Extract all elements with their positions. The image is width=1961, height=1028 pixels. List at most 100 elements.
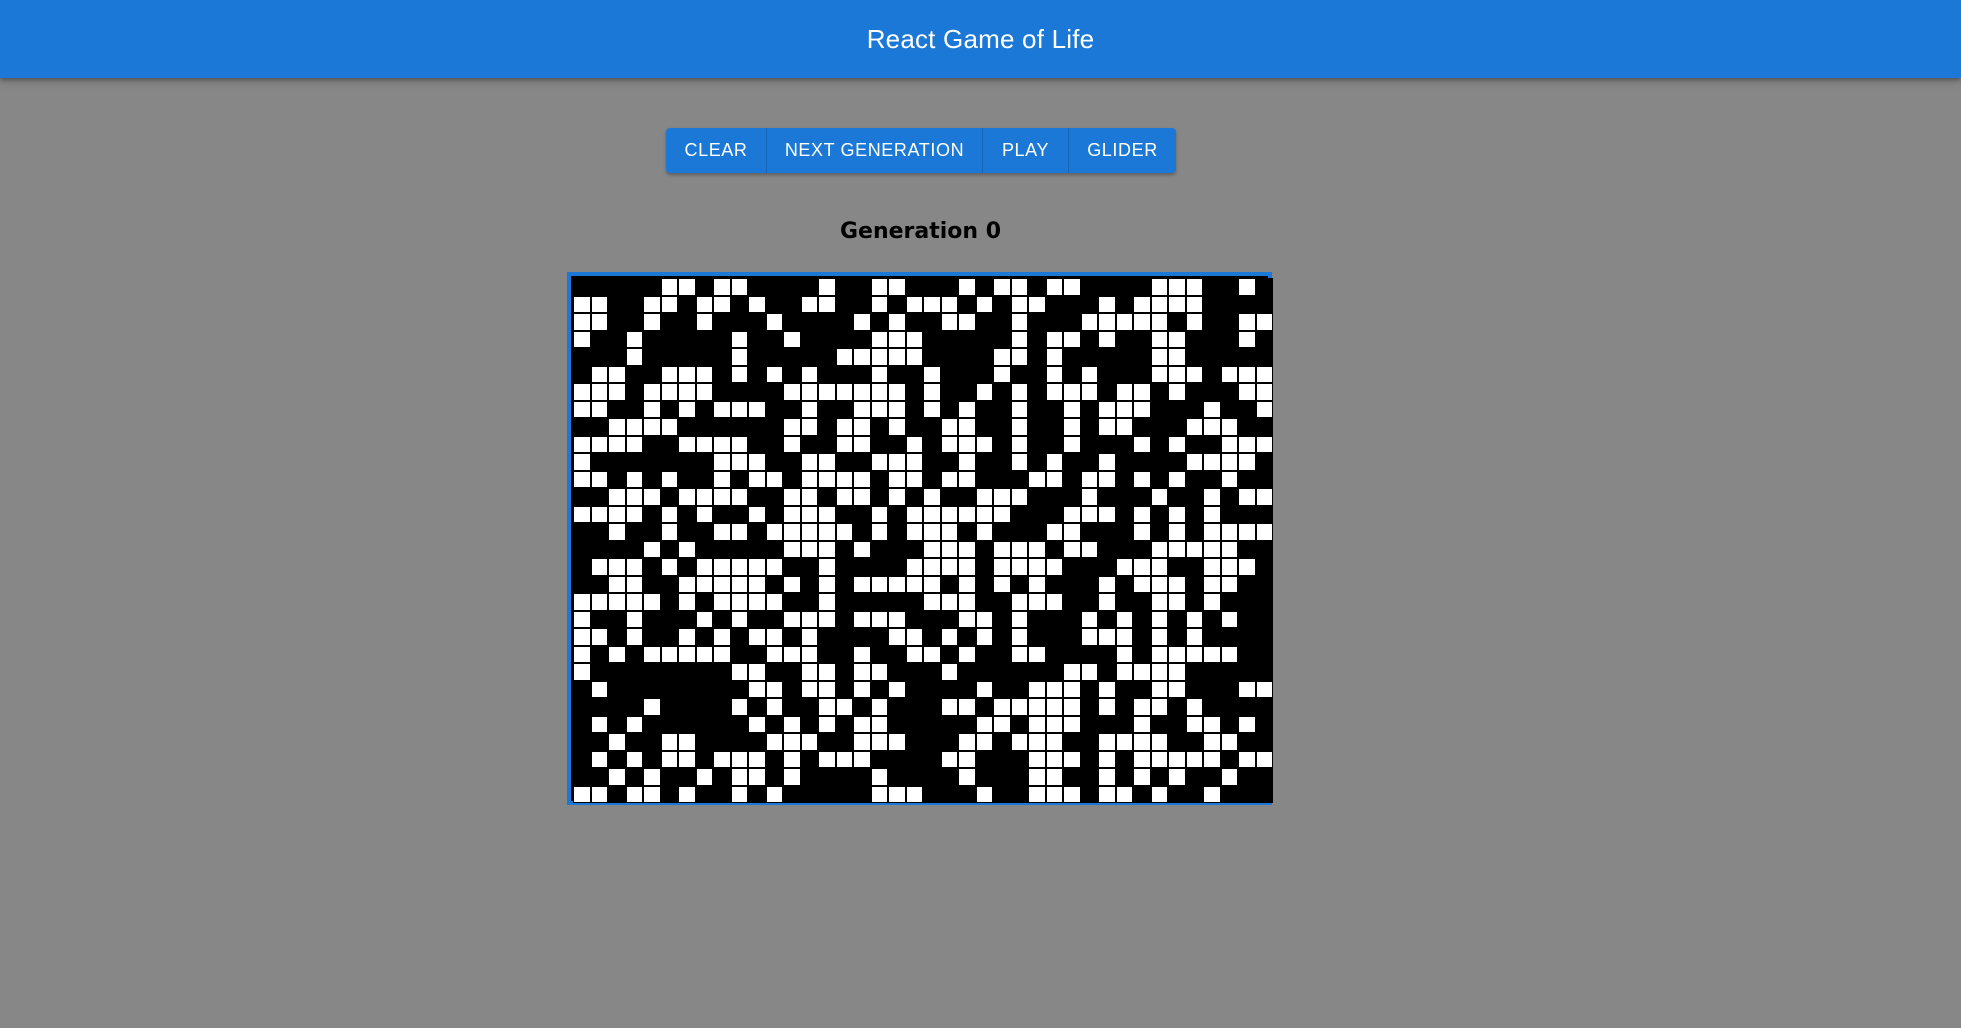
grid-cell[interactable] — [1045, 523, 1063, 541]
grid-cell[interactable] — [1098, 593, 1116, 611]
grid-cell[interactable] — [835, 523, 853, 541]
grid-cell[interactable] — [1080, 330, 1098, 348]
grid-cell[interactable] — [1238, 540, 1256, 558]
grid-cell[interactable] — [1203, 768, 1221, 786]
grid-cell[interactable] — [1255, 715, 1273, 733]
grid-cell[interactable] — [765, 400, 783, 418]
grid-cell[interactable] — [940, 400, 958, 418]
grid-cell[interactable] — [1010, 470, 1028, 488]
grid-cell[interactable] — [1028, 540, 1046, 558]
grid-cell[interactable] — [1220, 593, 1238, 611]
grid-cell[interactable] — [1115, 523, 1133, 541]
grid-cell[interactable] — [1010, 505, 1028, 523]
grid-cell[interactable] — [678, 348, 696, 366]
grid-cell[interactable] — [1063, 768, 1081, 786]
grid-cell[interactable] — [835, 575, 853, 593]
grid-cell[interactable] — [695, 558, 713, 576]
grid-cell[interactable] — [590, 733, 608, 751]
grid-cell[interactable] — [1028, 645, 1046, 663]
grid-cell[interactable] — [730, 295, 748, 313]
grid-cell[interactable] — [643, 768, 661, 786]
grid-cell[interactable] — [1168, 330, 1186, 348]
grid-cell[interactable] — [905, 348, 923, 366]
grid-cell[interactable] — [1220, 715, 1238, 733]
grid-cell[interactable] — [1238, 278, 1256, 296]
grid-cell[interactable] — [608, 278, 626, 296]
grid-cell[interactable] — [625, 593, 643, 611]
grid-cell[interactable] — [818, 698, 836, 716]
grid-cell[interactable] — [1220, 453, 1238, 471]
grid-cell[interactable] — [1115, 365, 1133, 383]
grid-cell[interactable] — [1010, 663, 1028, 681]
grid-cell[interactable] — [940, 435, 958, 453]
grid-cell[interactable] — [1168, 383, 1186, 401]
grid-cell[interactable] — [730, 435, 748, 453]
grid-cell[interactable] — [870, 470, 888, 488]
grid-cell[interactable] — [625, 785, 643, 803]
grid-cell[interactable] — [1238, 680, 1256, 698]
grid-cell[interactable] — [608, 680, 626, 698]
grid-cell[interactable] — [1063, 313, 1081, 331]
grid-cell[interactable] — [923, 435, 941, 453]
grid-cell[interactable] — [818, 558, 836, 576]
grid-cell[interactable] — [1080, 628, 1098, 646]
grid-cell[interactable] — [748, 313, 766, 331]
grid-cell[interactable] — [1045, 418, 1063, 436]
grid-cell[interactable] — [660, 768, 678, 786]
grid-cell[interactable] — [975, 750, 993, 768]
grid-cell[interactable] — [1063, 330, 1081, 348]
grid-cell[interactable] — [958, 628, 976, 646]
grid-cell[interactable] — [1028, 383, 1046, 401]
grid-cell[interactable] — [1203, 418, 1221, 436]
grid-cell[interactable] — [713, 610, 731, 628]
grid-cell[interactable] — [835, 680, 853, 698]
grid-cell[interactable] — [905, 505, 923, 523]
grid-cell[interactable] — [923, 558, 941, 576]
grid-cell[interactable] — [1238, 715, 1256, 733]
grid-cell[interactable] — [695, 540, 713, 558]
grid-cell[interactable] — [835, 278, 853, 296]
grid-cell[interactable] — [643, 295, 661, 313]
grid-cell[interactable] — [1098, 733, 1116, 751]
grid-cell[interactable] — [958, 278, 976, 296]
grid-cell[interactable] — [730, 610, 748, 628]
grid-cell[interactable] — [835, 593, 853, 611]
grid-cell[interactable] — [975, 470, 993, 488]
grid-cell[interactable] — [1028, 680, 1046, 698]
grid-cell[interactable] — [853, 698, 871, 716]
grid-cell[interactable] — [1220, 645, 1238, 663]
grid-cell[interactable] — [730, 750, 748, 768]
grid-cell[interactable] — [993, 698, 1011, 716]
grid-cell[interactable] — [1255, 733, 1273, 751]
grid-cell[interactable] — [625, 488, 643, 506]
grid-cell[interactable] — [608, 663, 626, 681]
grid-cell[interactable] — [1203, 558, 1221, 576]
grid-cell[interactable] — [713, 505, 731, 523]
grid-cell[interactable] — [1045, 558, 1063, 576]
grid-cell[interactable] — [695, 785, 713, 803]
grid-cell[interactable] — [783, 540, 801, 558]
grid-cell[interactable] — [625, 313, 643, 331]
grid-cell[interactable] — [1080, 470, 1098, 488]
grid-cell[interactable] — [1168, 348, 1186, 366]
grid-cell[interactable] — [940, 295, 958, 313]
grid-cell[interactable] — [678, 680, 696, 698]
grid-cell[interactable] — [765, 715, 783, 733]
grid-cell[interactable] — [1115, 505, 1133, 523]
grid-cell[interactable] — [888, 278, 906, 296]
grid-cell[interactable] — [818, 540, 836, 558]
grid-cell[interactable] — [713, 383, 731, 401]
grid-cell[interactable] — [573, 435, 591, 453]
grid-cell[interactable] — [1185, 383, 1203, 401]
grid-cell[interactable] — [975, 610, 993, 628]
grid-cell[interactable] — [1063, 628, 1081, 646]
grid-cell[interactable] — [783, 418, 801, 436]
grid-cell[interactable] — [1220, 383, 1238, 401]
grid-cell[interactable] — [1133, 348, 1151, 366]
grid-cell[interactable] — [993, 348, 1011, 366]
grid-cell[interactable] — [975, 418, 993, 436]
grid-cell[interactable] — [573, 768, 591, 786]
grid-cell[interactable] — [1010, 453, 1028, 471]
grid-cell[interactable] — [1098, 330, 1116, 348]
grid-cell[interactable] — [1010, 313, 1028, 331]
